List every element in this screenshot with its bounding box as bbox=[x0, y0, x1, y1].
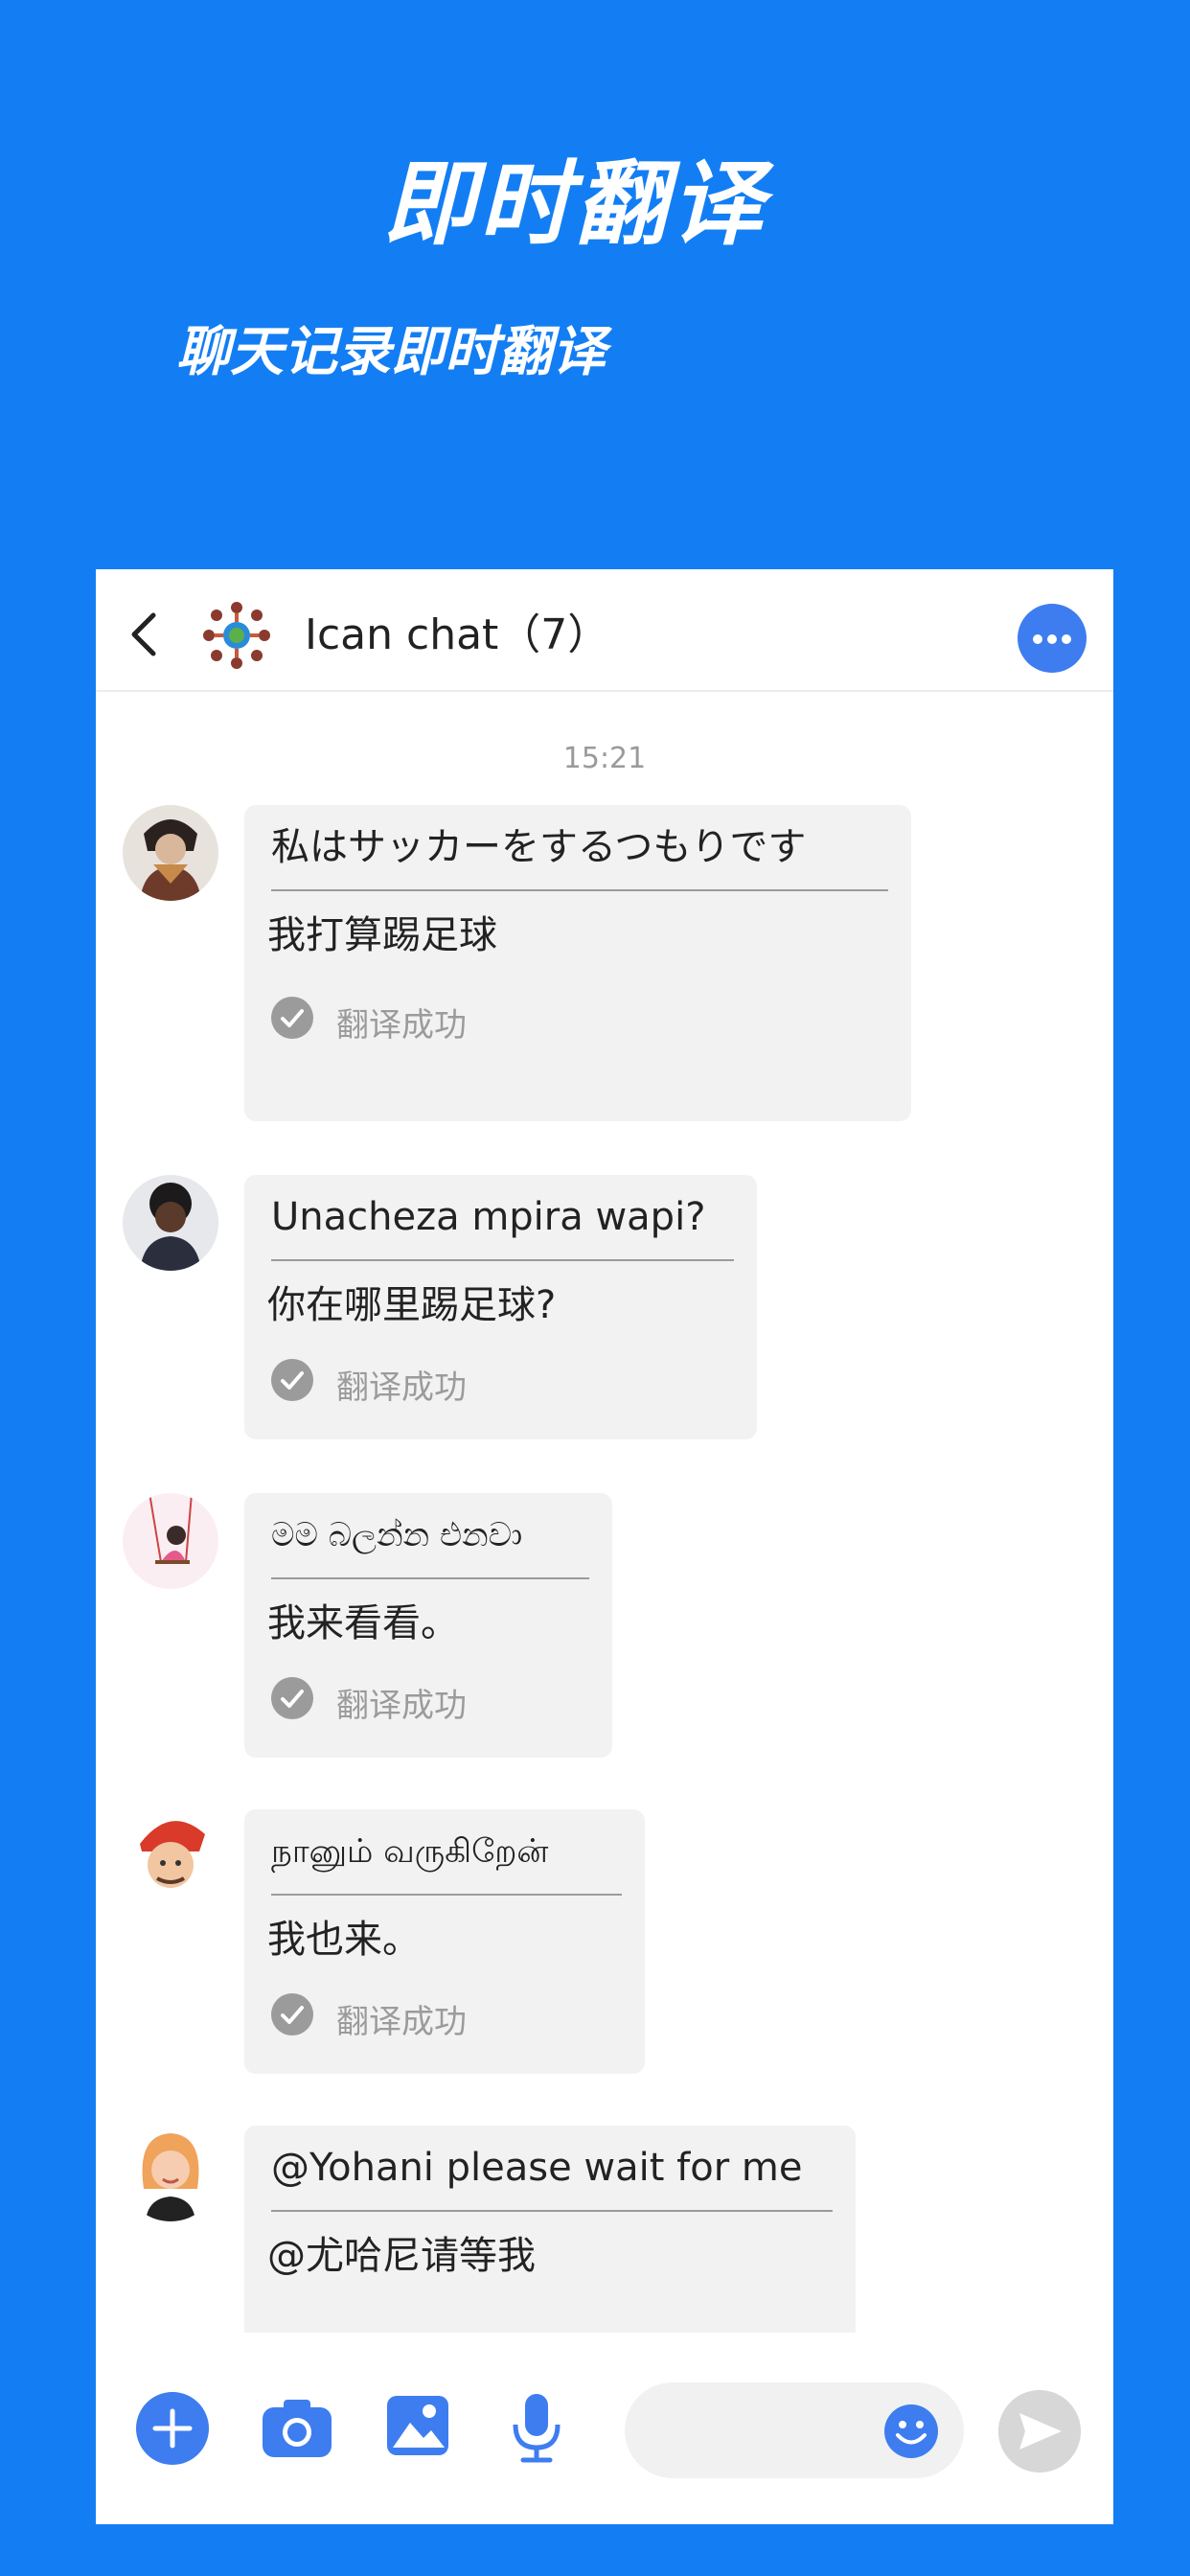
original-text: நானும் வருகிறேன் bbox=[271, 1832, 549, 1871]
translation-status: 翻译成功 bbox=[267, 1677, 589, 1725]
translation-status: 翻译成功 bbox=[267, 1993, 622, 2041]
status-label: 翻译成功 bbox=[336, 2003, 467, 2041]
user-avatar[interactable] bbox=[123, 805, 218, 901]
hero-title: 即时翻译 bbox=[383, 150, 767, 258]
dot-icon bbox=[1033, 634, 1042, 644]
translated-text: 我打算踢足球 bbox=[267, 913, 497, 957]
translated-text: 我来看看。 bbox=[267, 1601, 459, 1645]
message-bubble[interactable]: நானும் வருகிறேன் 我也来。 翻译成功 bbox=[244, 1809, 645, 2074]
user-avatar[interactable] bbox=[123, 2126, 218, 2221]
hero-subtitle: 聊天记录即时翻译 bbox=[176, 321, 606, 383]
group-avatar-icon[interactable] bbox=[199, 598, 274, 673]
emoji-icon[interactable] bbox=[883, 2404, 939, 2459]
message-bubble[interactable]: මම බලන්න එනවා 我来看看。 翻译成功 bbox=[244, 1493, 612, 1758]
translation-divider bbox=[271, 889, 888, 891]
check-icon bbox=[271, 1993, 313, 2036]
user-avatar[interactable] bbox=[123, 1809, 218, 1905]
add-icon[interactable] bbox=[136, 2392, 209, 2465]
status-label: 翻译成功 bbox=[336, 1687, 467, 1725]
original-text: @Yohani please wait for me bbox=[271, 2146, 803, 2190]
translation-divider bbox=[271, 1577, 589, 1579]
message-bubble[interactable]: @Yohani please wait for me @尤哈尼请等我 bbox=[244, 2126, 856, 2356]
check-icon bbox=[271, 997, 313, 1039]
translated-text: 我也来。 bbox=[267, 1918, 421, 1962]
original-text: Unacheza mpira wapi? bbox=[271, 1195, 706, 1239]
message-timestamp: 15:21 bbox=[562, 742, 647, 775]
dot-icon bbox=[1047, 634, 1057, 644]
check-icon bbox=[271, 1677, 313, 1719]
image-icon[interactable] bbox=[385, 2394, 450, 2457]
more-options-button[interactable] bbox=[1018, 604, 1087, 673]
message-bubble[interactable]: Unacheza mpira wapi? 你在哪里踢足球? 翻译成功 bbox=[244, 1175, 757, 1439]
original-text: 私はサッカーをするつもりです bbox=[271, 825, 807, 869]
message-input[interactable] bbox=[625, 2382, 964, 2478]
user-avatar[interactable] bbox=[123, 1175, 218, 1271]
translated-text: 你在哪里踢足球? bbox=[267, 1283, 557, 1327]
check-icon bbox=[271, 1359, 313, 1401]
translation-status: 翻译成功 bbox=[267, 1359, 734, 1407]
microphone-icon[interactable] bbox=[510, 2392, 563, 2463]
status-label: 翻译成功 bbox=[336, 1368, 467, 1407]
dot-icon bbox=[1062, 634, 1071, 644]
back-arrow-icon[interactable] bbox=[125, 608, 163, 661]
send-button[interactable] bbox=[998, 2390, 1081, 2472]
message-bubble[interactable]: 私はサッカーをするつもりです 我打算踢足球 翻译成功 bbox=[244, 805, 911, 1121]
translation-divider bbox=[271, 2210, 833, 2212]
original-text: මම බලන්න එනවා bbox=[271, 1516, 523, 1554]
translation-status: 翻译成功 bbox=[267, 997, 888, 1045]
user-avatar[interactable] bbox=[123, 1493, 218, 1589]
translation-divider bbox=[271, 1259, 734, 1261]
status-label: 翻译成功 bbox=[336, 1006, 467, 1045]
chat-screen: Ican chat（7） 15:21 私はサッカーをするつもりです 我打算踢足球… bbox=[96, 569, 1113, 2524]
translation-divider bbox=[271, 1894, 622, 1896]
input-toolbar bbox=[96, 2333, 1113, 2524]
translated-text: @尤哈尼请等我 bbox=[267, 2234, 536, 2278]
chat-title: Ican chat（7） bbox=[305, 610, 610, 659]
chat-header: Ican chat（7） bbox=[96, 569, 1113, 692]
camera-icon[interactable] bbox=[261, 2396, 333, 2459]
